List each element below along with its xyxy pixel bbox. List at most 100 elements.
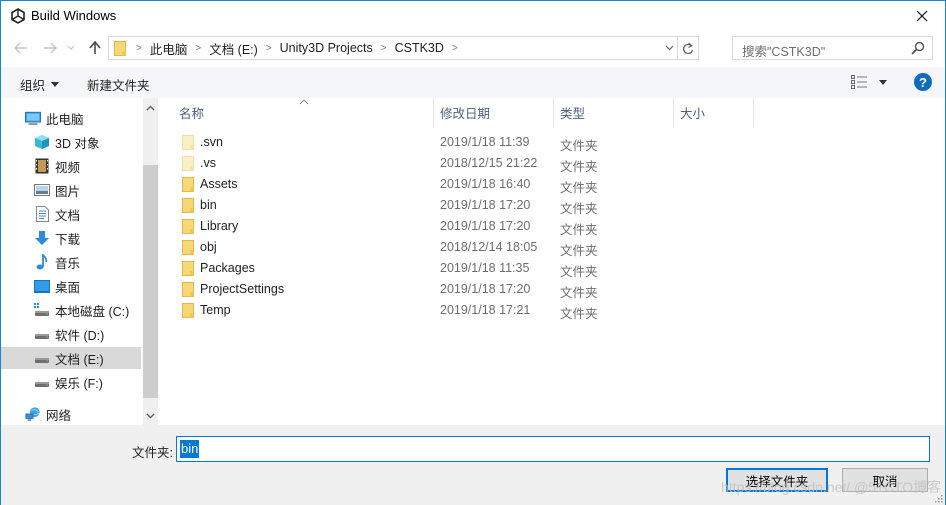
file-type: 文件夹 xyxy=(560,307,598,321)
column-header-label: 类型 xyxy=(560,107,586,121)
file-row[interactable]: Temp 2019/1/18 17:21 文件夹 xyxy=(159,300,754,321)
file-date-modified: 2018/12/15 21:22 xyxy=(440,156,538,170)
folder-icon xyxy=(114,41,126,56)
file-row[interactable]: obj 2018/12/14 18:05 文件夹 xyxy=(159,237,754,258)
resize-grip-icon[interactable] xyxy=(933,493,943,503)
arrow-left-icon xyxy=(14,42,27,54)
breadcrumb-drive-e[interactable]: 文档 (E:) xyxy=(204,39,263,58)
address-history-dropdown[interactable] xyxy=(661,37,677,59)
computer-icon xyxy=(25,110,41,126)
file-type: 文件夹 xyxy=(560,139,598,153)
file-name: Assets xyxy=(200,177,238,191)
new-folder-button[interactable]: 新建文件夹 xyxy=(87,75,150,94)
sidebar-item-3d-objects[interactable]: 3D 对象 xyxy=(1,131,141,153)
sidebar-item-drive-c[interactable]: 本地磁盘 (C:) xyxy=(1,299,141,321)
folder-icon xyxy=(182,261,194,276)
folder-icon xyxy=(182,135,194,150)
arrow-up-icon xyxy=(89,41,101,54)
chevron-up-icon xyxy=(146,105,155,110)
column-header-type[interactable]: 类型 xyxy=(553,98,673,127)
sidebar-item-label: 此电脑 xyxy=(46,112,84,127)
folder-icon xyxy=(182,219,194,234)
caret-down-icon xyxy=(51,82,60,87)
file-row[interactable]: Assets 2019/1/18 16:40 文件夹 xyxy=(159,174,754,195)
file-row[interactable]: .svn 2019/1/18 11:39 文件夹 xyxy=(159,132,754,153)
search-placeholder: 搜索"CSTK3D" xyxy=(742,45,826,59)
file-row[interactable]: ProjectSettings 2019/1/18 17:20 文件夹 xyxy=(159,279,754,300)
file-type: 文件夹 xyxy=(560,223,598,237)
folder-icon xyxy=(182,240,194,255)
search-icon[interactable] xyxy=(911,41,925,55)
file-date-modified: 2019/1/18 17:20 xyxy=(440,282,531,296)
sidebar-item-drive-f[interactable]: 娱乐 (F:) xyxy=(1,371,141,393)
select-folder-button[interactable]: 选择文件夹 xyxy=(726,468,828,492)
navigation-pane: 此电脑 3D 对象 视频 图片 文档 下载 音乐 桌面 本地磁盘 (C:) 软件… xyxy=(1,98,143,425)
file-name: .svn xyxy=(200,135,223,149)
sidebar-item-label: 图片 xyxy=(55,184,81,199)
sidebar-item-network[interactable]: 网络 xyxy=(1,403,141,425)
folder-icon xyxy=(182,282,194,297)
breadcrumb: > 此电脑 > 文档 (E:) > Unity3D Projects > CST… xyxy=(133,37,461,59)
file-name: Packages xyxy=(200,261,255,275)
cancel-button[interactable]: 取消 xyxy=(842,468,928,492)
file-row[interactable]: bin 2019/1/18 17:20 文件夹 xyxy=(159,195,754,216)
file-name: Temp xyxy=(200,303,231,317)
details-view-icon xyxy=(851,75,867,89)
recent-locations-button[interactable] xyxy=(65,38,77,58)
organize-label: 组织 xyxy=(20,79,46,93)
scrollbar-thumb[interactable] xyxy=(143,165,158,398)
file-date-modified: 2019/1/18 17:20 xyxy=(440,198,531,212)
sidebar-item-desktop[interactable]: 桌面 xyxy=(1,275,141,297)
drive-icon xyxy=(34,374,50,390)
folder-icon xyxy=(182,303,194,318)
up-button[interactable] xyxy=(85,38,105,58)
organize-menu-button[interactable]: 组织 xyxy=(20,75,60,94)
file-type: 文件夹 xyxy=(560,181,598,195)
scroll-up-button[interactable] xyxy=(143,99,158,116)
sidebar-item-videos[interactable]: 视频 xyxy=(1,155,141,177)
help-button[interactable]: ? xyxy=(914,73,932,91)
sidebar-item-drive-d[interactable]: 软件 (D:) xyxy=(1,323,141,345)
column-header-label: 名称 xyxy=(179,107,205,121)
folder-name-input[interactable]: bin xyxy=(176,436,930,462)
sidebar-item-label: 文档 (E:) xyxy=(55,352,104,367)
sidebar-item-downloads[interactable]: 下载 xyxy=(1,227,141,249)
sidebar-item-pictures[interactable]: 图片 xyxy=(1,179,141,201)
file-date-modified: 2019/1/18 11:35 xyxy=(440,261,530,275)
address-bar[interactable]: > 此电脑 > 文档 (E:) > Unity3D Projects > CST… xyxy=(108,36,699,60)
file-row[interactable]: Library 2019/1/18 17:20 文件夹 xyxy=(159,216,754,237)
document-icon xyxy=(34,206,50,222)
sidebar-item-this-pc[interactable]: 此电脑 xyxy=(1,107,141,129)
search-input[interactable]: 搜索"CSTK3D" xyxy=(732,36,933,60)
file-row[interactable]: Packages 2019/1/18 11:35 文件夹 xyxy=(159,258,754,279)
column-divider[interactable] xyxy=(753,98,754,127)
file-dialog-window: Build Windows > 此电脑 > 文档 (E:) > Unity3D … xyxy=(0,0,946,505)
sidebar-item-drive-e[interactable]: 文档 (E:) xyxy=(1,347,141,369)
breadcrumb-unity3d-projects[interactable]: Unity3D Projects xyxy=(275,41,378,55)
breadcrumb-this-pc[interactable]: 此电脑 xyxy=(145,39,193,58)
sidebar-item-label: 视频 xyxy=(55,160,81,175)
refresh-button[interactable] xyxy=(677,37,698,59)
sidebar-item-label: 网络 xyxy=(46,408,72,423)
file-row[interactable]: .vs 2018/12/15 21:22 文件夹 xyxy=(159,153,754,174)
command-toolbar: 组织 新建文件夹 xyxy=(1,67,945,98)
breadcrumb-separator-icon[interactable]: > xyxy=(449,43,461,54)
forward-button[interactable] xyxy=(40,38,60,58)
sidebar-item-music[interactable]: 音乐 xyxy=(1,251,141,273)
new-folder-label: 新建文件夹 xyxy=(87,79,150,93)
breadcrumb-cstk3d[interactable]: CSTK3D xyxy=(390,41,449,55)
network-icon xyxy=(25,406,41,422)
file-date-modified: 2019/1/18 17:20 xyxy=(440,219,531,233)
change-view-button[interactable] xyxy=(851,74,891,90)
column-header-date-modified[interactable]: 修改日期 xyxy=(433,98,553,127)
drive-icon xyxy=(34,326,50,342)
file-name: bin xyxy=(200,198,217,212)
column-header-size[interactable]: 大小 xyxy=(673,98,753,127)
sidebar-item-documents[interactable]: 文档 xyxy=(1,203,141,225)
sort-ascending-icon xyxy=(299,99,309,105)
file-name: obj xyxy=(200,240,217,254)
scroll-down-button[interactable] xyxy=(143,407,158,424)
back-button[interactable] xyxy=(11,38,31,58)
close-button[interactable] xyxy=(899,1,945,31)
sidebar-scrollbar[interactable] xyxy=(143,98,158,425)
